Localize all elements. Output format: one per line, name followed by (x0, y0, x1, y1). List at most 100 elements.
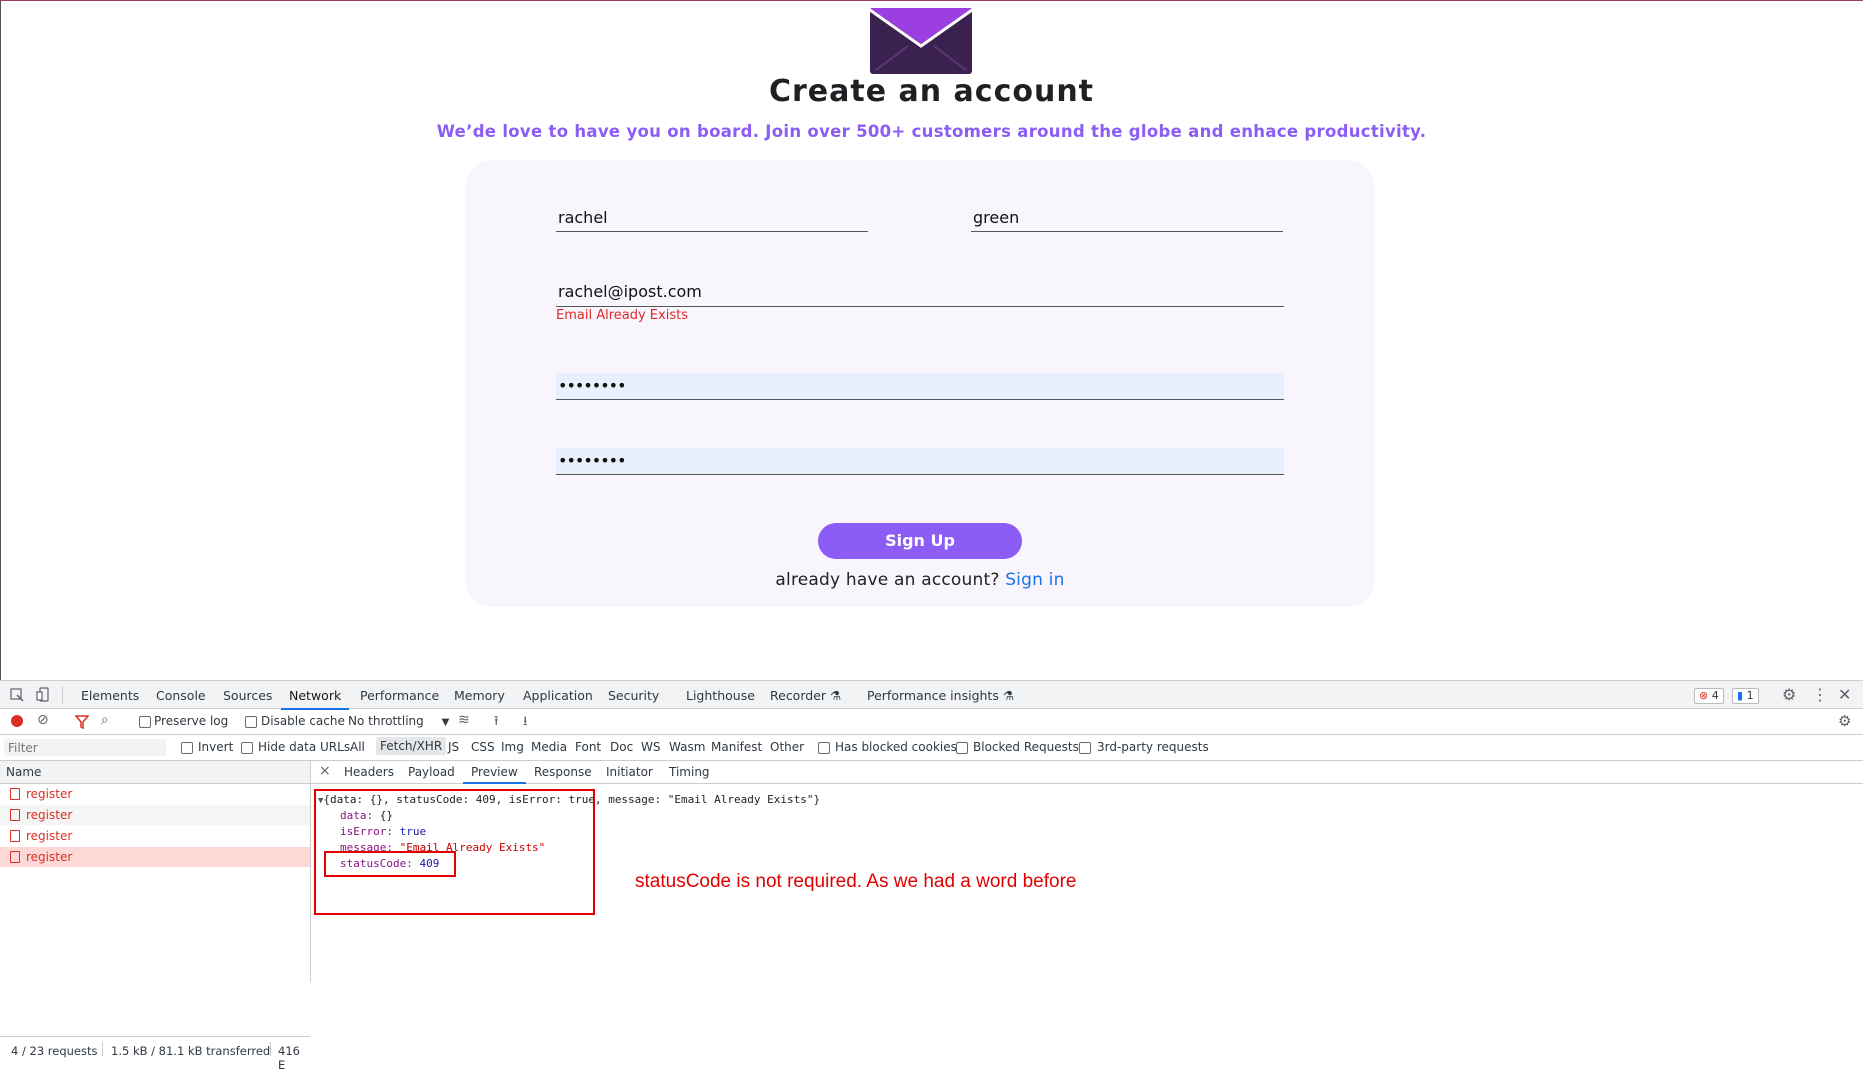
request-row[interactable]: register (0, 805, 310, 825)
settings-gear-icon[interactable]: ⚙ (1782, 685, 1796, 704)
status-divider (102, 1042, 103, 1056)
network-settings-gear-icon[interactable]: ⚙ (1838, 712, 1851, 730)
tab-security[interactable]: Security (608, 688, 659, 703)
inspect-element-icon[interactable] (10, 688, 24, 702)
name-column-header[interactable]: Name (6, 765, 41, 779)
third-party-checkbox[interactable] (1079, 742, 1091, 754)
tab-elements[interactable]: Elements (81, 688, 139, 703)
network-conditions-icon[interactable]: ≋ (458, 712, 470, 728)
tab-headers[interactable]: Headers (344, 765, 394, 779)
preserve-log-label: Preserve log (154, 714, 229, 728)
network-status-bar: 4 / 23 requests 1.5 kB / 81.1 kB transfe… (0, 1036, 310, 1072)
export-har-icon[interactable]: ⭳ (523, 712, 528, 734)
email-error-message: Email Already Exists (556, 308, 688, 323)
tab-response[interactable]: Response (534, 765, 592, 779)
status-divider (270, 1042, 271, 1056)
preserve-log-checkbox[interactable] (139, 716, 151, 728)
type-filter-img[interactable]: Img (501, 740, 524, 754)
document-icon (10, 851, 20, 863)
signup-button[interactable]: Sign Up (818, 523, 1022, 559)
search-icon[interactable]: ⌕ (101, 712, 109, 728)
annotation-statuscode-box (324, 851, 456, 877)
password-input[interactable]: •••••••• (556, 373, 1284, 400)
has-blocked-cookies-label: Has blocked cookies (835, 740, 957, 754)
tab-payload[interactable]: Payload (408, 765, 455, 779)
type-filter-manifest[interactable]: Manifest (711, 740, 762, 754)
error-count: 4 (1711, 689, 1719, 702)
hide-data-urls-checkbox[interactable] (241, 742, 253, 754)
more-options-icon[interactable]: ⋮ (1812, 685, 1828, 704)
disable-cache-label: Disable cache (261, 714, 345, 728)
tab-initiator[interactable]: Initiator (606, 765, 653, 779)
request-row[interactable]: register (0, 826, 310, 846)
message-count: 1 (1746, 689, 1754, 702)
message-count-badge[interactable]: ▮ 1 (1732, 688, 1759, 704)
import-har-icon[interactable]: ⭱ (494, 712, 499, 734)
message-icon: ▮ (1737, 689, 1744, 702)
tab-console[interactable]: Console (156, 688, 206, 703)
request-list-header: Name (0, 761, 310, 784)
filter-funnel-icon[interactable] (75, 715, 89, 729)
blocked-requests-checkbox[interactable] (956, 742, 968, 754)
has-blocked-cookies-checkbox[interactable] (818, 742, 830, 754)
record-icon[interactable] (11, 715, 23, 727)
first-name-input[interactable]: rachel (556, 208, 868, 232)
tab-performance-insights[interactable]: Performance insights ⚗ (867, 688, 1014, 703)
invert-checkbox[interactable] (181, 742, 193, 754)
type-filter-all[interactable]: All (350, 740, 365, 754)
type-filter-fetch-xhr[interactable]: Fetch/XHR (376, 737, 447, 755)
filter-bar: Invert Hide data URLs All Fetch/XHR JS C… (0, 735, 1863, 761)
tab-performance-insights-label: Performance insights (867, 688, 999, 703)
type-filter-ws[interactable]: WS (641, 740, 660, 754)
page-subtitle: We’de love to have you on board. Join ov… (436, 122, 1427, 141)
close-devtools-icon[interactable]: ✕ (1838, 685, 1851, 704)
request-count: 4 / 23 requests (11, 1044, 98, 1058)
error-icon: ⊗ (1699, 689, 1709, 702)
confirm-password-input[interactable]: •••••••• (556, 448, 1284, 475)
request-row-selected[interactable]: register (0, 847, 310, 867)
type-filter-other[interactable]: Other (770, 740, 804, 754)
tab-timing[interactable]: Timing (669, 765, 710, 779)
filter-input[interactable] (4, 739, 166, 756)
device-toolbar-icon[interactable] (36, 687, 50, 703)
close-detail-icon[interactable]: × (319, 763, 331, 779)
throttling-select[interactable]: No throttling ▼ (348, 714, 449, 728)
devtools-panel: Elements Console Sources Network Perform… (0, 680, 1863, 1072)
tab-recorder[interactable]: Recorder ⚗ (770, 688, 841, 703)
throttling-value: No throttling (348, 714, 424, 728)
type-filter-font[interactable]: Font (575, 740, 601, 754)
type-filter-media[interactable]: Media (531, 740, 567, 754)
email-input[interactable]: rachel@ipost.com (556, 282, 1284, 307)
disable-cache-checkbox[interactable] (245, 716, 257, 728)
request-list: Name register register register register… (0, 761, 311, 1072)
tab-memory[interactable]: Memory (454, 688, 505, 703)
error-count-badge[interactable]: ⊗ 4 (1694, 688, 1724, 704)
page-title: Create an account (768, 74, 1095, 109)
blocked-requests-label: Blocked Requests (973, 740, 1079, 754)
request-name: register (26, 850, 73, 864)
have-account-text: already have an account? (775, 570, 1000, 590)
type-filter-css[interactable]: CSS (471, 740, 495, 754)
flask-icon: ⚗ (1002, 688, 1015, 703)
document-icon (10, 809, 20, 821)
type-filter-wasm[interactable]: Wasm (669, 740, 705, 754)
type-filter-doc[interactable]: Doc (610, 740, 633, 754)
tab-preview[interactable]: Preview (463, 765, 526, 784)
tab-lighthouse[interactable]: Lighthouse (686, 688, 755, 703)
resources-size: 416 E (278, 1044, 300, 1072)
document-icon (10, 788, 20, 800)
devtools-tab-bar: Elements Console Sources Network Perform… (0, 681, 1863, 710)
toolbar-divider (62, 686, 63, 704)
request-row[interactable]: register (0, 784, 310, 804)
tab-sources[interactable]: Sources (223, 688, 272, 703)
third-party-label: 3rd-party requests (1097, 740, 1209, 754)
tab-performance[interactable]: Performance (360, 688, 439, 703)
signin-link[interactable]: Sign in (1005, 570, 1064, 590)
last-name-input[interactable]: green (971, 208, 1283, 232)
document-icon (10, 830, 20, 842)
type-filter-js[interactable]: JS (448, 740, 459, 754)
tab-application[interactable]: Application (523, 688, 593, 703)
clear-icon[interactable]: ⊘ (37, 712, 49, 728)
flask-icon: ⚗ (830, 688, 842, 703)
tab-network[interactable]: Network (280, 688, 350, 710)
